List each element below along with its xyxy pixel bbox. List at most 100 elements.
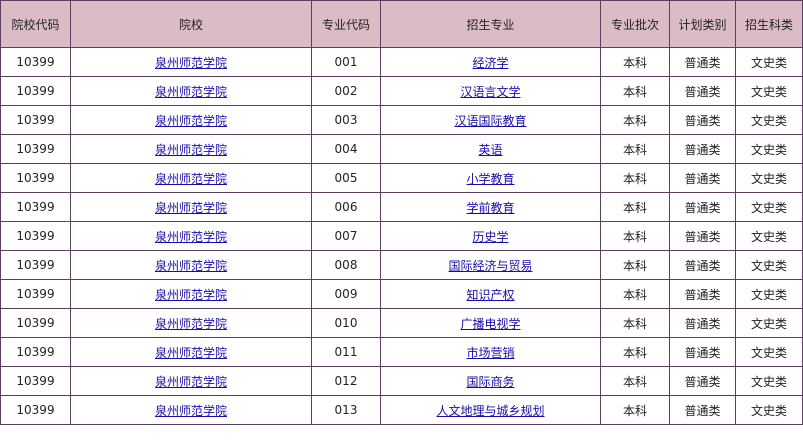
table-row: 10399 泉州师范学院 002 汉语言文学 本科 普通类 文史类 [0, 76, 803, 106]
major-link[interactable]: 学前教育 [466, 201, 514, 215]
batch-cell: 本科 [600, 47, 670, 77]
school-cell: 泉州师范学院 [70, 134, 312, 164]
table-row: 10399 泉州师范学院 010 广播电视学 本科 普通类 文史类 [0, 308, 803, 338]
major-link[interactable]: 历史学 [472, 230, 508, 244]
school-cell: 泉州师范学院 [70, 163, 312, 193]
school-cell: 泉州师范学院 [70, 76, 312, 106]
category-cell: 文史类 [735, 134, 803, 164]
header-plan: 计划类别 [669, 0, 736, 48]
major-link[interactable]: 汉语国际教育 [454, 114, 526, 128]
school-cell: 泉州师范学院 [70, 279, 312, 309]
major-link[interactable]: 市场营销 [466, 346, 514, 360]
school-code-cell: 10399 [0, 163, 71, 193]
header-category: 招生科类 [735, 0, 803, 48]
header-major-code: 专业代码 [311, 0, 381, 48]
plan-cell: 普通类 [669, 337, 736, 367]
plan-cell: 普通类 [669, 308, 736, 338]
major-link[interactable]: 国际商务 [466, 375, 514, 389]
school-link[interactable]: 泉州师范学院 [155, 56, 227, 70]
category-cell: 文史类 [735, 163, 803, 193]
school-link[interactable]: 泉州师范学院 [155, 317, 227, 331]
major-cell: 汉语国际教育 [380, 105, 601, 135]
school-link[interactable]: 泉州师范学院 [155, 114, 227, 128]
category-cell: 文史类 [735, 47, 803, 77]
table-row: 10399 泉州师范学院 006 学前教育 本科 普通类 文史类 [0, 192, 803, 222]
school-code-cell: 10399 [0, 337, 71, 367]
batch-cell: 本科 [600, 250, 670, 280]
category-cell: 文史类 [735, 366, 803, 396]
major-link[interactable]: 国际经济与贸易 [448, 259, 532, 273]
table-row: 10399 泉州师范学院 007 历史学 本科 普通类 文史类 [0, 221, 803, 251]
header-batch: 专业批次 [600, 0, 670, 48]
school-link[interactable]: 泉州师范学院 [155, 346, 227, 360]
major-code-cell: 009 [311, 279, 381, 309]
batch-cell: 本科 [600, 395, 670, 425]
major-code-cell: 007 [311, 221, 381, 251]
batch-cell: 本科 [600, 134, 670, 164]
school-cell: 泉州师范学院 [70, 308, 312, 338]
school-link[interactable]: 泉州师范学院 [155, 143, 227, 157]
school-link[interactable]: 泉州师范学院 [155, 201, 227, 215]
plan-cell: 普通类 [669, 163, 736, 193]
major-cell: 国际经济与贸易 [380, 250, 601, 280]
plan-cell: 普通类 [669, 105, 736, 135]
batch-cell: 本科 [600, 221, 670, 251]
major-link[interactable]: 小学教育 [466, 172, 514, 186]
school-link[interactable]: 泉州师范学院 [155, 230, 227, 244]
major-cell: 小学教育 [380, 163, 601, 193]
major-code-cell: 001 [311, 47, 381, 77]
plan-cell: 普通类 [669, 366, 736, 396]
plan-cell: 普通类 [669, 221, 736, 251]
category-cell: 文史类 [735, 221, 803, 251]
school-link[interactable]: 泉州师范学院 [155, 172, 227, 186]
school-link[interactable]: 泉州师范学院 [155, 85, 227, 99]
major-code-cell: 010 [311, 308, 381, 338]
table-row: 10399 泉州师范学院 013 人文地理与城乡规划 本科 普通类 文史类 [0, 395, 803, 425]
category-cell: 文史类 [735, 76, 803, 106]
school-link[interactable]: 泉州师范学院 [155, 259, 227, 273]
major-cell: 国际商务 [380, 366, 601, 396]
school-link[interactable]: 泉州师范学院 [155, 404, 227, 418]
table-row: 10399 泉州师范学院 004 英语 本科 普通类 文史类 [0, 134, 803, 164]
school-link[interactable]: 泉州师范学院 [155, 375, 227, 389]
table-row: 10399 泉州师范学院 001 经济学 本科 普通类 文史类 [0, 47, 803, 77]
school-cell: 泉州师范学院 [70, 47, 312, 77]
school-cell: 泉州师范学院 [70, 105, 312, 135]
table-row: 10399 泉州师范学院 003 汉语国际教育 本科 普通类 文史类 [0, 105, 803, 135]
school-code-cell: 10399 [0, 308, 71, 338]
major-cell: 人文地理与城乡规划 [380, 395, 601, 425]
batch-cell: 本科 [600, 366, 670, 396]
major-link[interactable]: 英语 [478, 143, 502, 157]
table-row: 10399 泉州师范学院 012 国际商务 本科 普通类 文史类 [0, 366, 803, 396]
header-school: 院校 [70, 0, 312, 48]
major-link[interactable]: 广播电视学 [460, 317, 520, 331]
school-link[interactable]: 泉州师范学院 [155, 288, 227, 302]
major-link[interactable]: 知识产权 [466, 288, 514, 302]
major-link[interactable]: 经济学 [472, 56, 508, 70]
school-cell: 泉州师范学院 [70, 192, 312, 222]
major-code-cell: 005 [311, 163, 381, 193]
table-row: 10399 泉州师范学院 009 知识产权 本科 普通类 文史类 [0, 279, 803, 309]
table-body: 10399 泉州师范学院 001 经济学 本科 普通类 文史类 10399 泉州师范学院 002 汉… [0, 47, 803, 425]
table-header-row: 院校代码 院校 专业代码 招生专业 专业批次 计划类别 招生科类 [0, 0, 803, 48]
major-code-cell: 013 [311, 395, 381, 425]
major-code-cell: 006 [311, 192, 381, 222]
plan-cell: 普通类 [669, 250, 736, 280]
major-cell: 市场营销 [380, 337, 601, 367]
school-code-cell: 10399 [0, 250, 71, 280]
header-school-code: 院校代码 [0, 0, 71, 48]
school-code-cell: 10399 [0, 192, 71, 222]
school-code-cell: 10399 [0, 47, 71, 77]
major-cell: 知识产权 [380, 279, 601, 309]
table-row: 10399 泉州师范学院 005 小学教育 本科 普通类 文史类 [0, 163, 803, 193]
category-cell: 文史类 [735, 279, 803, 309]
category-cell: 文史类 [735, 105, 803, 135]
major-cell: 历史学 [380, 221, 601, 251]
school-code-cell: 10399 [0, 76, 71, 106]
table-row: 10399 泉州师范学院 011 市场营销 本科 普通类 文史类 [0, 337, 803, 367]
major-code-cell: 011 [311, 337, 381, 367]
major-link[interactable]: 人文地理与城乡规划 [436, 404, 544, 418]
major-link[interactable]: 汉语言文学 [460, 85, 520, 99]
school-cell: 泉州师范学院 [70, 337, 312, 367]
major-code-cell: 012 [311, 366, 381, 396]
